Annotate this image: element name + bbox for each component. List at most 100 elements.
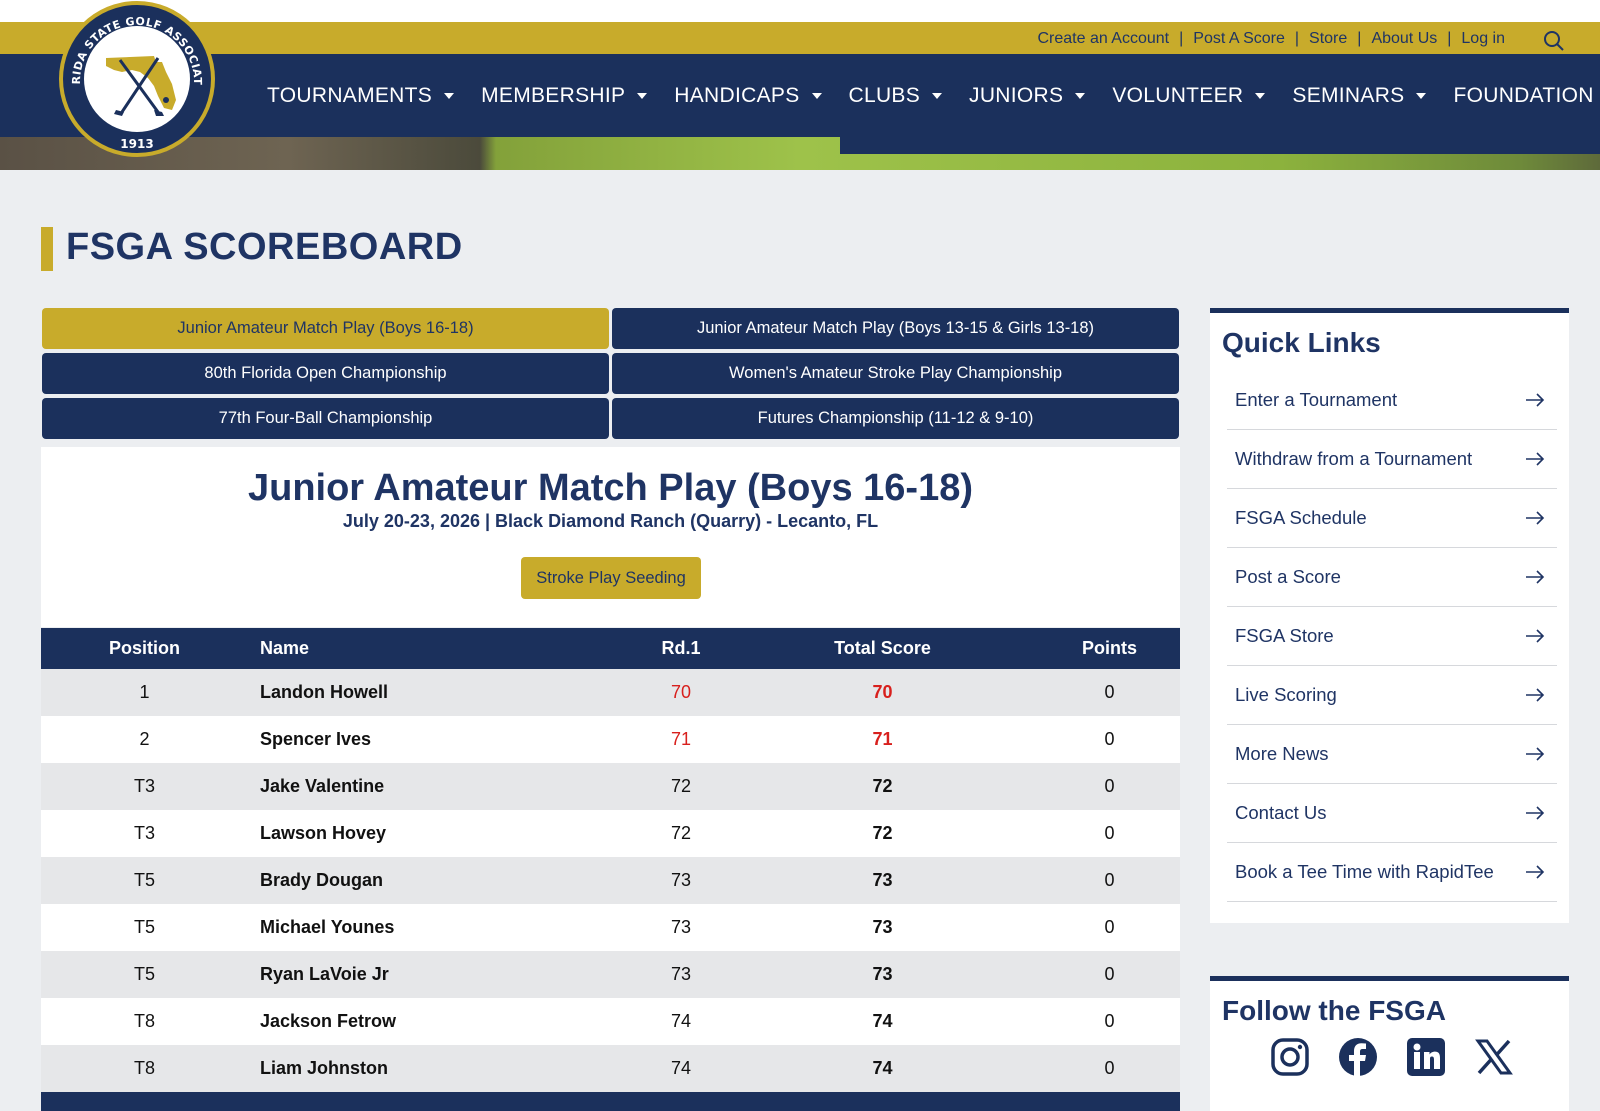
player-name[interactable]: Lawson Hovey	[248, 823, 636, 844]
tab-futures-championship[interactable]: Futures Championship (11-12 & 9-10)	[612, 398, 1179, 439]
instagram-icon[interactable]	[1270, 1037, 1310, 1077]
table-row[interactable]: 2 Spencer Ives 71 71 0	[41, 716, 1180, 763]
total-score: 73	[872, 964, 893, 984]
round1-score: 74	[670, 1058, 692, 1078]
arrow-right-icon	[1526, 452, 1545, 466]
table-header: Position Name Rd.1 Total Score Points	[41, 628, 1180, 669]
create-account-link[interactable]: Create an Account	[1037, 30, 1169, 48]
main-nav: TOURNAMENTS MEMBERSHIP HANDICAPS CLUBS J…	[267, 54, 1600, 137]
event-subtitle: July 20-23, 2026 | Black Diamond Ranch (…	[342, 511, 879, 531]
round1-score: 73	[670, 917, 692, 937]
position-cell: T5	[133, 870, 155, 890]
round1-score: 73	[670, 870, 692, 890]
title-accent-bar	[41, 227, 53, 271]
table-row[interactable]: T5 Brady Dougan 73 73 0	[41, 857, 1180, 904]
tab-florida-open[interactable]: 80th Florida Open Championship	[42, 353, 609, 394]
nav-foundation[interactable]: FOUNDATION	[1453, 84, 1600, 108]
table-row[interactable]: T8 Jackson Fetrow 74 74 0	[41, 998, 1180, 1045]
total-score: 74	[872, 1011, 893, 1031]
quick-link-enter-tournament[interactable]: Enter a Tournament	[1227, 371, 1557, 430]
col-total-score[interactable]: Total Score	[726, 638, 1039, 659]
position-cell: T5	[133, 917, 155, 937]
quick-link-post-score[interactable]: Post a Score	[1227, 548, 1557, 607]
arrow-right-icon	[1526, 629, 1545, 643]
player-name[interactable]: Liam Johnston	[248, 1058, 636, 1079]
about-us-link[interactable]: About Us	[1371, 30, 1437, 48]
fsga-logo[interactable]: FLORIDA STATE GOLF ASSOCIATION 1913	[58, 0, 216, 158]
player-name[interactable]: Ryan LaVoie Jr	[248, 964, 636, 985]
col-name[interactable]: Name	[248, 638, 636, 659]
quick-links-list: Enter a Tournament Withdraw from a Tourn…	[1227, 371, 1557, 902]
position-cell: 2	[139, 729, 150, 749]
col-rd1[interactable]: Rd.1	[636, 638, 726, 659]
quick-link-book-tee-time[interactable]: Book a Tee Time with RapidTee	[1227, 843, 1557, 902]
log-in-link[interactable]: Log in	[1461, 30, 1505, 48]
quick-link-contact-us[interactable]: Contact Us	[1227, 784, 1557, 843]
event-title: Junior Amateur Match Play (Boys 16-18)	[247, 467, 974, 509]
total-score: 71	[872, 729, 893, 749]
arrow-right-icon	[1526, 511, 1545, 525]
caret-down-icon	[1255, 92, 1266, 99]
player-name[interactable]: Jackson Fetrow	[248, 1011, 636, 1032]
col-points[interactable]: Points	[1039, 638, 1180, 659]
tab-junior-boys-13-15-girls-13-18[interactable]: Junior Amateur Match Play (Boys 13-15 & …	[612, 308, 1179, 349]
player-name[interactable]: Brady Dougan	[248, 870, 636, 891]
points-cell: 0	[1104, 964, 1115, 984]
event-header-card: Junior Amateur Match Play (Boys 16-18) J…	[41, 447, 1180, 627]
round1-score: 70	[670, 682, 692, 702]
table-row[interactable]: T3 Lawson Hovey 72 72 0	[41, 810, 1180, 857]
nav-membership[interactable]: MEMBERSHIP	[481, 84, 648, 108]
tab-junior-boys-16-18[interactable]: Junior Amateur Match Play (Boys 16-18)	[42, 308, 609, 349]
search-icon[interactable]	[1543, 30, 1565, 52]
arrow-right-icon	[1526, 570, 1545, 584]
table-row[interactable]: 1 Landon Howell 70 70 0	[41, 669, 1180, 716]
quick-links-title: Quick Links	[1222, 327, 1381, 358]
nav-volunteer[interactable]: VOLUNTEER	[1112, 84, 1266, 108]
player-name[interactable]: Jake Valentine	[248, 776, 636, 797]
position-cell: T8	[133, 1011, 155, 1031]
nav-clubs[interactable]: CLUBS	[849, 84, 943, 108]
round1-score: 73	[670, 964, 692, 984]
store-link[interactable]: Store	[1309, 30, 1347, 48]
nav-juniors[interactable]: JUNIORS	[969, 84, 1086, 108]
nav-handicaps[interactable]: HANDICAPS	[674, 84, 822, 108]
quick-link-withdraw[interactable]: Withdraw from a Tournament	[1227, 430, 1557, 489]
facebook-icon[interactable]	[1338, 1037, 1378, 1077]
arrow-right-icon	[1526, 688, 1545, 702]
table-row[interactable]: T5 Michael Younes 73 73 0	[41, 904, 1180, 951]
x-icon[interactable]	[1474, 1037, 1514, 1077]
points-cell: 0	[1104, 1011, 1115, 1031]
tab-womens-amateur-stroke-play[interactable]: Women's Amateur Stroke Play Championship	[612, 353, 1179, 394]
quick-links-panel: Quick Links Enter a Tournament Withdraw …	[1210, 308, 1569, 923]
position-cell: T3	[133, 776, 155, 796]
table-footer	[41, 1092, 1180, 1111]
post-score-link[interactable]: Post A Score	[1193, 30, 1285, 48]
hero-image-strip	[0, 137, 1600, 170]
stroke-play-seeding-button[interactable]: Stroke Play Seeding	[521, 557, 701, 599]
quick-link-store[interactable]: FSGA Store	[1227, 607, 1557, 666]
nav-seminars[interactable]: SEMINARS	[1292, 84, 1427, 108]
player-name[interactable]: Michael Younes	[248, 917, 636, 938]
player-name[interactable]: Landon Howell	[248, 682, 636, 703]
col-position[interactable]: Position	[41, 638, 248, 659]
table-row[interactable]: T5 Ryan LaVoie Jr 73 73 0	[41, 951, 1180, 998]
caret-down-icon	[637, 92, 648, 99]
table-row[interactable]: T3 Jake Valentine 72 72 0	[41, 763, 1180, 810]
total-score: 72	[872, 776, 893, 796]
leaderboard-table: Position Name Rd.1 Total Score Points 1 …	[41, 628, 1180, 1111]
quick-link-more-news[interactable]: More News	[1227, 725, 1557, 784]
social-icons	[1270, 1037, 1514, 1077]
points-cell: 0	[1104, 823, 1115, 843]
position-cell: 1	[139, 682, 150, 702]
svg-text:1913: 1913	[120, 137, 153, 151]
linkedin-icon[interactable]	[1406, 1037, 1446, 1077]
quick-link-live-scoring[interactable]: Live Scoring	[1227, 666, 1557, 725]
caret-down-icon	[811, 92, 822, 99]
table-row[interactable]: T8 Liam Johnston 74 74 0	[41, 1045, 1180, 1092]
page-title: FSGA SCOREBOARD	[66, 226, 463, 268]
quick-link-schedule[interactable]: FSGA Schedule	[1227, 489, 1557, 548]
tab-four-ball[interactable]: 77th Four-Ball Championship	[42, 398, 609, 439]
player-name[interactable]: Spencer Ives	[248, 729, 636, 750]
nav-tournaments[interactable]: TOURNAMENTS	[267, 84, 455, 108]
total-score: 73	[872, 917, 893, 937]
